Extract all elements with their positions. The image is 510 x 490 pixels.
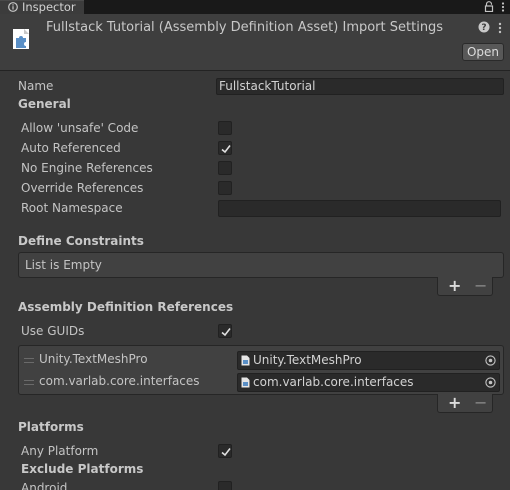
use-guids-label: Use GUIDs xyxy=(21,324,85,338)
reference-object-field[interactable]: Unity.TextMeshPro xyxy=(237,351,500,370)
list-empty-text: List is Empty xyxy=(25,258,102,272)
define-constraints-list: List is Empty xyxy=(18,252,504,278)
exclude-platforms-heading: Exclude Platforms xyxy=(21,462,144,476)
drag-handle-icon[interactable] xyxy=(24,358,34,363)
file-icon xyxy=(241,377,250,388)
android-label: Android xyxy=(21,481,68,490)
object-picker-icon[interactable] xyxy=(485,377,496,388)
page-title: Fullstack Tutorial (Assembly Definition … xyxy=(46,20,444,35)
open-button[interactable]: Open xyxy=(462,43,504,61)
name-label: Name xyxy=(18,79,54,93)
tab-label: Inspector xyxy=(22,0,76,14)
android-checkbox[interactable] xyxy=(218,481,232,490)
auto-referenced-checkbox[interactable] xyxy=(218,141,232,155)
remove-constraint-button[interactable]: − xyxy=(474,278,487,294)
info-icon xyxy=(8,2,18,12)
define-constraints-heading: Define Constraints xyxy=(18,234,144,248)
no-engine-references-checkbox[interactable] xyxy=(218,161,232,175)
kebab-menu-icon[interactable] xyxy=(500,2,506,12)
auto-referenced-label: Auto Referenced xyxy=(21,141,121,155)
settings-menu-icon[interactable] xyxy=(496,22,504,34)
reference-object-field[interactable]: com.varlab.core.interfaces xyxy=(237,373,500,392)
remove-reference-button[interactable]: − xyxy=(474,395,487,411)
override-references-checkbox[interactable] xyxy=(218,181,232,195)
assembly-references-footer: + − xyxy=(437,394,493,413)
drag-handle-icon[interactable] xyxy=(24,380,34,385)
override-references-label: Override References xyxy=(21,181,144,195)
assembly-references-list: Unity.TextMeshPro Unity.TextMeshPro com.… xyxy=(18,345,504,395)
allow-unsafe-label: Allow 'unsafe' Code xyxy=(21,121,139,135)
any-platform-label: Any Platform xyxy=(21,444,99,458)
general-heading: General xyxy=(18,97,71,111)
no-engine-references-label: No Engine References xyxy=(21,161,153,175)
checkmark-icon xyxy=(221,448,231,457)
assembly-references-heading: Assembly Definition References xyxy=(18,300,234,314)
help-icon[interactable]: ? xyxy=(478,21,490,33)
checkmark-icon xyxy=(221,145,231,154)
puzzle-icon xyxy=(13,29,29,49)
file-icon xyxy=(241,355,250,366)
object-picker-icon[interactable] xyxy=(485,355,496,366)
tab-inspector[interactable]: Inspector xyxy=(0,0,84,14)
reference-value: com.varlab.core.interfaces xyxy=(253,375,414,389)
reference-label: com.varlab.core.interfaces xyxy=(39,374,200,388)
list-item: Unity.TextMeshPro Unity.TextMeshPro xyxy=(19,348,503,370)
root-namespace-field[interactable] xyxy=(218,200,501,217)
any-platform-checkbox[interactable] xyxy=(218,444,232,458)
checkmark-icon xyxy=(221,328,231,337)
platforms-heading: Platforms xyxy=(18,420,84,434)
allow-unsafe-checkbox[interactable] xyxy=(218,121,232,135)
define-constraints-footer: + − xyxy=(437,277,493,296)
add-constraint-button[interactable]: + xyxy=(448,278,461,294)
add-reference-button[interactable]: + xyxy=(448,395,461,411)
list-item: com.varlab.core.interfaces com.varlab.co… xyxy=(19,370,503,392)
svg-text:?: ? xyxy=(481,23,486,33)
reference-label: Unity.TextMeshPro xyxy=(39,352,148,366)
root-namespace-label: Root Namespace xyxy=(21,201,123,215)
use-guids-checkbox[interactable] xyxy=(218,324,232,338)
lock-icon[interactable] xyxy=(484,1,494,12)
name-field[interactable]: FullstackTutorial xyxy=(216,78,504,95)
reference-value: Unity.TextMeshPro xyxy=(253,353,362,367)
